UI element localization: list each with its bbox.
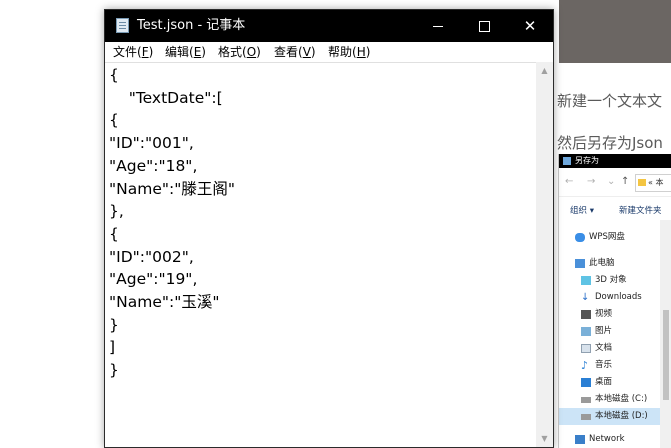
computer-icon xyxy=(575,259,585,268)
notepad-window[interactable]: Test.json - 记事本 ✕ 文件(F) 编辑(E) 格式(O) 查看(V… xyxy=(104,9,554,448)
forward-arrow-icon: → xyxy=(587,176,596,187)
drive-icon xyxy=(581,397,591,403)
tree-item: ♪ 音乐 xyxy=(581,359,613,372)
editor-content[interactable]: { "TextDate":[ { "ID":"001", "Age":"18",… xyxy=(109,64,235,382)
dropdown-icon: ⌄ xyxy=(607,176,616,187)
organize-label: 组织 ▾ xyxy=(570,206,594,216)
save-as-address-bar: ← → ⌄ ↑ « 本 xyxy=(559,168,671,197)
up-arrow-icon: ↑ xyxy=(621,176,630,187)
network-icon xyxy=(575,435,585,444)
tree-item: 文档 xyxy=(559,340,671,357)
tree-item: Network xyxy=(559,431,671,448)
save-as-titlebar: 另存为 xyxy=(559,154,671,168)
picture-icon xyxy=(581,327,591,336)
save-as-title: 另存为 xyxy=(575,156,599,165)
notepad-icon xyxy=(116,18,129,33)
folder-crumb: « 本 xyxy=(635,174,671,192)
new-folder-label: 新建文件夹 xyxy=(619,206,662,216)
menu-file[interactable]: 文件(F) xyxy=(113,44,153,60)
menu-help[interactable]: 帮助(H) xyxy=(328,44,370,60)
maximize-button[interactable] xyxy=(461,10,507,42)
back-arrow-icon: ← xyxy=(565,176,574,187)
close-icon: ✕ xyxy=(523,17,537,35)
article-text-line-1: 新建一个文本文 xyxy=(557,92,663,110)
tree-item: 3D 对象 xyxy=(559,272,671,289)
minimize-icon xyxy=(433,26,443,27)
menu-edit[interactable]: 编辑(E) xyxy=(165,44,206,60)
article-image xyxy=(559,0,671,63)
close-button[interactable]: ✕ xyxy=(507,10,553,42)
scroll-down-icon[interactable]: ▼ xyxy=(536,430,553,447)
tree-item: 此电脑 xyxy=(559,255,671,272)
save-as-icon xyxy=(563,157,571,165)
save-as-toolbar: 组织 ▾ 新建文件夹 xyxy=(559,197,671,221)
music-icon: ♪ xyxy=(581,359,589,372)
tree-item-selected: 本地磁盘 (D:) xyxy=(559,408,671,425)
drive-icon xyxy=(581,414,591,420)
menu-bar: 文件(F) 编辑(E) 格式(O) 查看(V) 帮助(H) xyxy=(105,42,553,62)
video-icon xyxy=(581,310,591,319)
save-as-scroll-thumb xyxy=(663,310,669,400)
article-text-line-2: 然后另存为Json xyxy=(557,134,663,152)
window-title: Test.json - 记事本 xyxy=(137,18,246,33)
save-as-scrollbar xyxy=(660,220,671,448)
tree-item: 桌面 xyxy=(559,374,671,391)
page-background xyxy=(0,0,106,448)
desktop-icon xyxy=(581,378,591,387)
save-as-dialog-screenshot: 另存为 ← → ⌄ ↑ « 本 组织 ▾ 新建文件夹 WPS网盘 此电脑 3D … xyxy=(558,154,671,448)
maximize-icon xyxy=(479,21,490,32)
tree-item: 视频 xyxy=(559,306,671,323)
minimize-button[interactable] xyxy=(415,10,461,42)
tree-item: WPS网盘 xyxy=(559,229,671,246)
scroll-up-icon[interactable]: ▲ xyxy=(536,62,553,79)
title-bar[interactable]: Test.json - 记事本 ✕ xyxy=(105,10,553,42)
document-icon xyxy=(581,344,591,353)
text-editor[interactable]: { "TextDate":[ { "ID":"001", "Age":"18",… xyxy=(105,62,536,447)
menu-format[interactable]: 格式(O) xyxy=(218,44,261,60)
menu-view[interactable]: 查看(V) xyxy=(274,44,316,60)
cube-icon xyxy=(581,276,591,285)
tree-item: 图片 xyxy=(559,323,671,340)
folder-crumb-text: « 本 xyxy=(648,178,664,187)
tree-item: ↓ Downloads xyxy=(581,292,642,303)
cloud-icon xyxy=(575,233,585,242)
vertical-scrollbar[interactable]: ▲ ▼ xyxy=(536,62,553,447)
folder-icon xyxy=(638,179,646,186)
tree-item: 本地磁盘 (C:) xyxy=(559,391,671,408)
download-icon: ↓ xyxy=(581,292,590,303)
